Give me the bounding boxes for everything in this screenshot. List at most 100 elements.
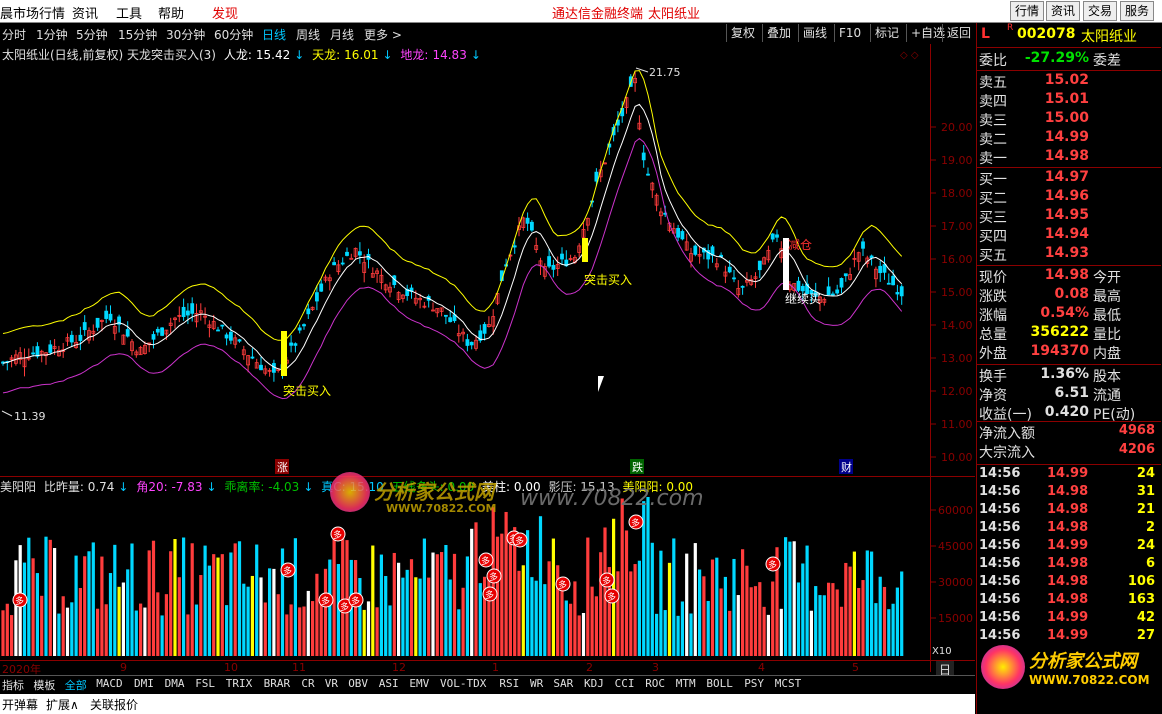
draw-button[interactable]: 画线 xyxy=(798,24,831,42)
menu-discover[interactable]: 发现 xyxy=(212,3,238,22)
price-grid xyxy=(930,44,936,476)
tick-price: 14.98 xyxy=(1047,484,1089,499)
volume-bar xyxy=(14,560,18,656)
indicator-tab[interactable]: KDJ xyxy=(584,677,604,690)
indicator-tab[interactable]: MTM xyxy=(676,677,696,690)
period-daily[interactable]: 日线 xyxy=(262,26,286,43)
back-button[interactable]: 返回 xyxy=(942,24,975,42)
legend-dilong-label: 地龙: xyxy=(400,48,429,62)
candle-body xyxy=(899,286,904,297)
volume-bar xyxy=(440,552,444,656)
indicator-tab[interactable]: SAR xyxy=(553,677,573,690)
tick-volume: 163 xyxy=(1127,592,1155,607)
multi-signal-label: 多 xyxy=(333,529,342,541)
volume-bar xyxy=(504,511,508,656)
indicator-tab[interactable]: 全部 xyxy=(65,677,87,693)
flow-label: 大宗流入 xyxy=(979,445,1035,461)
bid-row: 买五 14.93 xyxy=(979,245,1159,264)
volume-bar xyxy=(306,590,310,656)
price-tick: 10.00 xyxy=(941,451,973,464)
indicator-tab[interactable]: VR xyxy=(325,677,338,690)
period-1min[interactable]: 1分钟 xyxy=(36,26,68,43)
bid-row: 买一 14.97 xyxy=(979,169,1159,188)
indicator-tab[interactable]: DMA xyxy=(165,677,185,690)
candle-body xyxy=(465,339,470,346)
candle-body xyxy=(108,313,113,321)
volume-bar xyxy=(1,610,5,656)
volume-bar xyxy=(143,607,147,656)
period-60min[interactable]: 60分钟 xyxy=(214,26,253,43)
indicator-tab[interactable]: VOL-TDX xyxy=(440,677,486,690)
trade-button[interactable]: 交易 xyxy=(1083,1,1118,21)
menu-market[interactable]: 晨市场行情 xyxy=(0,3,65,22)
quote-button[interactable]: 行情 xyxy=(1010,1,1045,21)
tick-time: 14:56 xyxy=(979,466,1021,481)
tick-time: 14:56 xyxy=(979,502,1021,517)
volume-bar xyxy=(354,560,358,656)
indicator-tab[interactable]: 指标 xyxy=(2,677,24,693)
service-button[interactable]: 服务 xyxy=(1120,1,1155,21)
indicator-tab[interactable]: BOLL xyxy=(706,677,733,690)
menu-news[interactable]: 资讯 xyxy=(72,3,98,22)
volume-bar xyxy=(405,569,409,656)
stat2-row-label2: PE(动) xyxy=(1093,407,1136,423)
dilong-line xyxy=(2,137,903,400)
menu-tools[interactable]: 工具 xyxy=(116,3,142,22)
indicator-tab[interactable]: EMV xyxy=(409,677,429,690)
period-5min[interactable]: 5分钟 xyxy=(76,26,108,43)
watermark: 分析家公式网 WWW.70822.COM xyxy=(330,470,540,524)
indicator-tab[interactable]: TRIX xyxy=(226,677,253,690)
tick-time: 14:56 xyxy=(979,574,1021,589)
period-monthly[interactable]: 月线 xyxy=(330,26,354,43)
f10-button[interactable]: F10 xyxy=(834,24,865,42)
mark-button[interactable]: 标记 xyxy=(870,24,903,42)
candle-body xyxy=(293,343,298,346)
tick-row: 14:56 14.98 2 xyxy=(979,520,1157,538)
indicator-tab[interactable]: DMI xyxy=(134,677,154,690)
volume-bar xyxy=(667,562,672,656)
overlay-button[interactable]: 叠加 xyxy=(762,24,795,42)
period-15min[interactable]: 15分钟 xyxy=(118,26,157,43)
site-logo-text: 分析家公式网 xyxy=(1029,651,1137,672)
indicator-tab[interactable]: MCST xyxy=(775,677,802,690)
candle-body xyxy=(155,328,160,333)
candle-body xyxy=(839,278,844,288)
multi-signal-label: 多 xyxy=(631,517,640,529)
indicator-tab[interactable]: MACD xyxy=(96,677,123,690)
period-weekly[interactable]: 周线 xyxy=(296,26,320,43)
period-intraday[interactable]: 分时 xyxy=(2,26,26,43)
volume-bar xyxy=(478,583,482,656)
stat-row-value: 0.08 xyxy=(1054,286,1089,302)
volume-bar xyxy=(444,544,448,656)
indicator-tab[interactable]: ASI xyxy=(379,677,399,690)
indicator-tab[interactable]: BRAR xyxy=(264,677,291,690)
candle-body xyxy=(306,308,311,315)
candle-body xyxy=(302,324,306,327)
news-button[interactable]: 资讯 xyxy=(1046,1,1081,21)
indicator-tab[interactable]: OBV xyxy=(348,677,368,690)
period-30min[interactable]: 30分钟 xyxy=(166,26,205,43)
volume-bar xyxy=(809,610,813,656)
indicator-tab[interactable]: WR xyxy=(530,677,543,690)
volume-bar xyxy=(121,582,125,656)
indicator-tab[interactable]: FSL xyxy=(195,677,215,690)
kline-chart[interactable]: 突击买入 突击买入 继续买 减仓 21.75 11.39 涨 跌 财 20.00… xyxy=(0,44,975,476)
indicator-tab[interactable]: CR xyxy=(301,677,314,690)
volume-bar xyxy=(298,607,302,656)
indicator-tab[interactable]: 模板 xyxy=(33,677,55,693)
volume-bar xyxy=(564,600,568,656)
menu-help[interactable]: 帮助 xyxy=(158,3,184,22)
adjust-button[interactable]: 复权 xyxy=(726,24,759,42)
bid-row-label: 买三 xyxy=(979,210,1007,226)
period-more[interactable]: 更多 > xyxy=(364,26,402,43)
volume-bar xyxy=(78,587,82,656)
related-quotes-button[interactable]: 关联报价 xyxy=(90,696,138,713)
danmaku-toggle[interactable]: 开弹幕 xyxy=(2,696,38,713)
indicator-tab[interactable]: PSY xyxy=(744,677,764,690)
expand-button[interactable]: 扩展∧ xyxy=(46,696,79,713)
candle-body xyxy=(843,273,848,277)
indicator-tab[interactable]: CCI xyxy=(615,677,635,690)
indicator-tab[interactable]: ROC xyxy=(645,677,665,690)
tick-volume: 24 xyxy=(1136,466,1155,481)
indicator-tab[interactable]: RSI xyxy=(499,677,519,690)
